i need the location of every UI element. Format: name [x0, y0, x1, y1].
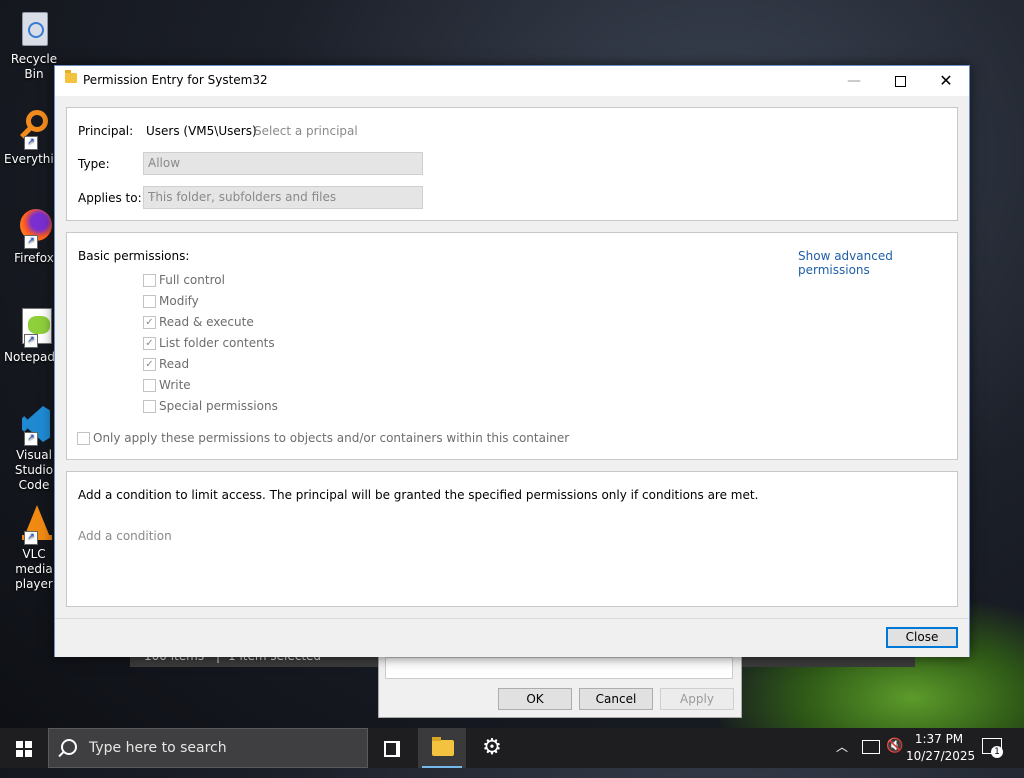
maximize-icon	[894, 75, 906, 87]
shortcut-arrow-icon: ↗	[24, 432, 38, 446]
principal-value: Users (VM5\Users)	[146, 124, 257, 138]
principal-label: Principal:	[78, 124, 134, 138]
cancel-button[interactable]: Cancel	[579, 688, 653, 710]
dialog-footer: Close	[55, 618, 969, 657]
type-label: Type:	[78, 157, 110, 171]
applies-to-label: Applies to:	[78, 191, 142, 205]
minimize-button[interactable]: —	[831, 66, 877, 96]
permission-label: Read	[159, 357, 190, 371]
shortcut-arrow-icon: ↗	[24, 136, 38, 150]
permission-checkbox[interactable]	[143, 379, 156, 392]
folder-icon	[65, 70, 77, 83]
vscode-icon: ↗	[14, 404, 54, 446]
only-apply-label: Only apply these permissions to objects …	[93, 431, 570, 445]
permission-label: Modify	[159, 294, 199, 308]
everything-icon: ↗	[14, 108, 54, 150]
file-explorer-taskbar-button[interactable]	[418, 728, 466, 768]
ok-button[interactable]: OK	[498, 688, 572, 710]
shortcut-arrow-icon: ↗	[24, 334, 38, 348]
title-bar[interactable]: Permission Entry for System32 — ✕	[55, 66, 969, 96]
firefox-icon: ↗	[14, 207, 54, 249]
permission-label: Full control	[159, 273, 225, 287]
background-dialog-field	[385, 657, 733, 679]
gear-icon: ⚙	[482, 735, 502, 760]
notification-center-button[interactable]: 1	[982, 738, 1003, 758]
permissions-panel: Basic permissions: Show advanced permiss…	[66, 232, 958, 460]
applies-to-dropdown[interactable]: This folder, subfolders and files ⌄	[143, 186, 423, 209]
show-advanced-permissions-link[interactable]: Show advanced permissions	[798, 249, 957, 277]
clock-date: 10/27/2025	[906, 749, 976, 763]
network-icon[interactable]	[862, 740, 880, 754]
condition-description: Add a condition to limit access. The pri…	[78, 488, 759, 502]
permission-checkbox[interactable]	[143, 295, 156, 308]
only-apply-checkbox[interactable]	[77, 432, 90, 445]
permission-label: Write	[159, 378, 191, 392]
clock-time: 1:37 PM	[914, 732, 964, 746]
notepad-plus-plus-icon: ↗	[14, 306, 54, 348]
windows-logo-icon	[16, 741, 32, 757]
search-placeholder: Type here to search	[89, 740, 227, 756]
close-window-button[interactable]: ✕	[923, 66, 969, 96]
permission-checkbox[interactable]: ✓	[143, 358, 156, 371]
permission-checkbox[interactable]: ✓	[143, 337, 156, 350]
task-view-button[interactable]	[368, 728, 416, 768]
taskbar-clock[interactable]: 1:37 PM 10/27/2025	[906, 731, 976, 765]
permission-label: Special permissions	[159, 399, 278, 413]
apply-button[interactable]: Apply	[660, 688, 734, 710]
chevron-down-icon: ⌄	[148, 190, 157, 201]
background-properties-dialog: OK Cancel Apply	[378, 652, 742, 718]
permission-checkbox[interactable]	[143, 400, 156, 413]
permission-checkbox[interactable]: ✓	[143, 316, 156, 329]
permission-entry-window: Permission Entry for System32 — ✕ Princi…	[54, 65, 970, 657]
search-icon	[61, 739, 77, 755]
volume-muted-icon[interactable]: 🔇	[886, 738, 903, 778]
taskbar: Type here to search ⚙ ︿ 🔇 1:37 PM 10/27/…	[0, 728, 1024, 768]
start-button[interactable]	[0, 728, 48, 768]
permission-label: Read & execute	[159, 315, 254, 329]
settings-taskbar-button[interactable]: ⚙	[468, 728, 516, 768]
type-dropdown[interactable]: Allow ⌄	[143, 152, 423, 175]
close-button[interactable]: Close	[886, 627, 958, 648]
notification-count-badge: 1	[991, 746, 1003, 758]
shortcut-arrow-icon: ↗	[24, 531, 38, 545]
task-view-icon	[384, 741, 398, 757]
show-hidden-icons-button[interactable]: ︿	[836, 738, 848, 778]
window-title: Permission Entry for System32	[83, 73, 268, 87]
condition-panel: Add a condition to limit access. The pri…	[66, 471, 958, 607]
select-principal-link[interactable]: Select a principal	[254, 124, 358, 138]
vlc-icon: ↗	[14, 503, 54, 545]
shortcut-arrow-icon: ↗	[24, 235, 38, 249]
principal-panel: Principal: Users (VM5\Users) Select a pr…	[66, 107, 958, 221]
chevron-down-icon: ⌄	[148, 156, 157, 167]
basic-permissions-label: Basic permissions:	[78, 249, 190, 263]
recycle-bin-icon	[14, 8, 54, 48]
folder-icon	[432, 737, 454, 756]
permission-checkbox[interactable]	[143, 274, 156, 287]
chevron-up-icon: ︿	[836, 740, 849, 754]
maximize-button[interactable]	[877, 66, 923, 96]
taskbar-search-box[interactable]: Type here to search	[48, 728, 368, 768]
permission-label: List folder contents	[159, 336, 275, 350]
add-condition-link[interactable]: Add a condition	[78, 529, 172, 543]
